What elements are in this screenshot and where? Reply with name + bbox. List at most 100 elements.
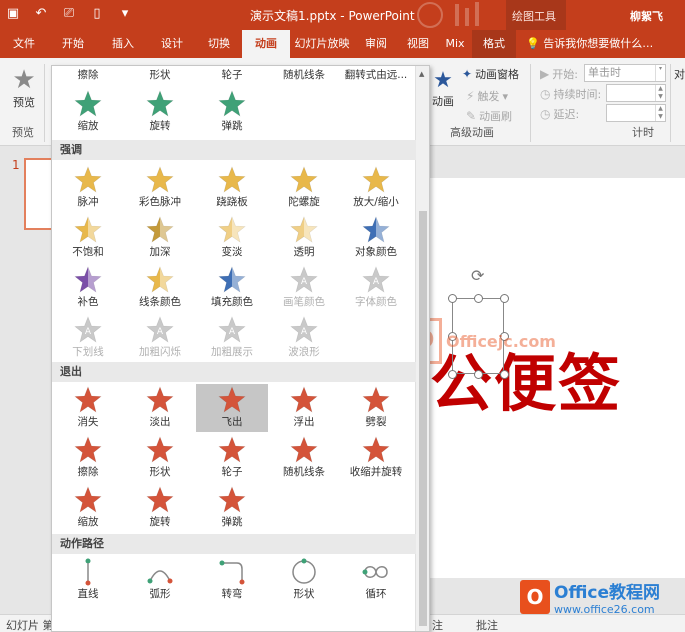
animation-pane-button[interactable]: ✦ 动画窗格 <box>462 66 519 82</box>
animation-effect-10[interactable]: 变淡 <box>196 214 268 262</box>
tab-6[interactable]: 幻灯片放映 <box>290 30 354 58</box>
start-select[interactable]: 单击时 ▾ <box>584 64 666 82</box>
animation-effect-24[interactable]: 飞出 <box>196 384 268 432</box>
animation-effect-top-3[interactable]: 随机线条 <box>268 68 340 86</box>
tab-7[interactable]: 审阅 <box>354 30 398 58</box>
animation-effect-29[interactable]: 轮子 <box>196 434 268 482</box>
animation-effect-30[interactable]: 随机线条 <box>268 434 340 482</box>
tab-4[interactable]: 切换 <box>196 30 242 58</box>
preview-button[interactable]: ★ 预览 <box>8 66 40 110</box>
animation-effect-35[interactable]: 直线 <box>52 556 124 604</box>
animation-effect-label: 画笔颜色 <box>283 296 325 308</box>
user-name[interactable]: 柳絮飞 <box>630 8 663 24</box>
animation-effect-26[interactable]: 劈裂 <box>340 384 412 432</box>
animation-effect-13[interactable]: 补色 <box>52 264 124 312</box>
slide-thumbnail-pane: 1 <box>0 146 54 614</box>
animation-effect-37[interactable]: 转弯 <box>196 556 268 604</box>
duration-label: 持续时间: <box>553 88 602 101</box>
delay-input[interactable]: ▲ ▼ <box>606 104 666 122</box>
animation-effect-23[interactable]: 淡出 <box>124 384 196 432</box>
comments-button[interactable]: 批注 <box>476 617 498 632</box>
animation-effect-label: 转弯 <box>221 588 243 600</box>
animation-effect-34[interactable]: 弹跳 <box>196 484 268 532</box>
animation-effect-25[interactable]: 浮出 <box>268 384 340 432</box>
animation-effect-label: 形状 <box>293 588 315 600</box>
animation-star-icon <box>146 486 174 513</box>
duration-spinner[interactable]: ▲ ▼ <box>655 85 665 101</box>
animation-effect-17: A 字体颜色 <box>340 264 412 312</box>
undo-icon[interactable]: ↶ <box>32 5 50 23</box>
animation-pane-icon: ✦ <box>462 67 473 81</box>
scroll-up-icon[interactable]: ▲ <box>419 70 424 78</box>
animation-effect-27[interactable]: 擦除 <box>52 434 124 482</box>
tab-8[interactable]: 视图 <box>398 30 438 58</box>
animation-effect-33[interactable]: 旋转 <box>124 484 196 532</box>
tab-5[interactable]: 动画 <box>242 30 290 58</box>
animation-effect-label: 随机线条 <box>283 466 325 478</box>
animation-effect-1[interactable]: 旋转 <box>124 88 196 136</box>
animation-effect-32[interactable]: 缩放 <box>52 484 124 532</box>
tell-me-search[interactable]: 💡 告诉我你想要做什么… <box>516 30 653 58</box>
animation-star-icon <box>218 166 246 193</box>
animation-effect-8[interactable]: 不饱和 <box>52 214 124 262</box>
play-icon: ▶ <box>540 67 550 81</box>
animation-effect-label: 弧形 <box>149 588 171 600</box>
animation-pane-label: 动画窗格 <box>475 68 520 81</box>
animation-star-icon <box>74 386 102 413</box>
scrollbar-thumb[interactable] <box>419 211 427 626</box>
animation-effect-14[interactable]: 线条颜色 <box>124 264 196 312</box>
notes-button[interactable]: 注 <box>432 617 443 632</box>
animation-effect-16: A 画笔颜色 <box>268 264 340 312</box>
customize-qat-icon[interactable]: ▾ <box>116 5 134 23</box>
animation-effect-9[interactable]: 加深 <box>124 214 196 262</box>
animation-effect-top-2[interactable]: 轮子 <box>196 68 268 86</box>
animation-effect-4[interactable]: 彩色脉冲 <box>124 164 196 212</box>
animation-effect-19: A 加粗闪烁 <box>124 314 196 362</box>
animation-effect-12[interactable]: 对象颜色 <box>340 214 412 262</box>
tab-3[interactable]: 设计 <box>148 30 196 58</box>
animation-effect-3[interactable]: 脉冲 <box>52 164 124 212</box>
animation-effect-5[interactable]: 跷跷板 <box>196 164 268 212</box>
save-icon[interactable]: ▣ <box>4 5 22 23</box>
add-animation-button[interactable]: ★ 动画 <box>432 68 454 109</box>
trigger-label: 触发 <box>477 90 500 103</box>
delay-spinner[interactable]: ▲ ▼ <box>655 105 665 121</box>
from-beginning-icon[interactable]: ⎚ <box>60 5 78 23</box>
animation-effect-11[interactable]: 透明 <box>268 214 340 262</box>
animation-effect-label: 擦除 <box>77 466 99 478</box>
start-label: 开始: <box>552 68 578 81</box>
new-document-icon[interactable]: ▯ <box>88 5 106 23</box>
tab-0[interactable]: 文件 <box>0 30 48 58</box>
animation-effect-2[interactable]: 弹跳 <box>196 88 268 136</box>
animation-effect-6[interactable]: 陀螺旋 <box>268 164 340 212</box>
trigger-button[interactable]: ⚡ 触发 ▾ <box>466 88 508 104</box>
animation-effect-0[interactable]: 缩放 <box>52 88 124 136</box>
tab-2[interactable]: 插入 <box>98 30 148 58</box>
animation-effect-31[interactable]: 收缩并旋转 <box>340 434 412 482</box>
animation-effect-22[interactable]: 消失 <box>52 384 124 432</box>
animation-effect-label: 弹跳 <box>221 120 243 132</box>
slide[interactable]: 公便签 <box>430 178 685 578</box>
ribbon-separator <box>670 64 671 142</box>
animation-effect-39[interactable]: 循环 <box>340 556 412 604</box>
animation-effect-label: 加粗展示 <box>211 346 253 358</box>
animation-effect-7[interactable]: 放大/缩小 <box>340 164 412 212</box>
animation-effect-label: 循环 <box>365 588 387 600</box>
tab-10[interactable]: 格式 <box>472 30 516 58</box>
animation-effect-28[interactable]: 形状 <box>124 434 196 482</box>
animation-effect-top-0[interactable]: 擦除 <box>52 68 124 86</box>
animation-effect-label: 飞出 <box>221 416 243 428</box>
animation-effect-38[interactable]: 形状 <box>268 556 340 604</box>
animation-effect-top-1[interactable]: 形状 <box>124 68 196 86</box>
animation-effect-label: 字体颜色 <box>355 296 397 308</box>
animation-star-icon <box>74 166 102 193</box>
tab-9[interactable]: Mix <box>438 30 472 58</box>
animation-effect-36[interactable]: 弧形 <box>124 556 196 604</box>
animation-effect-15[interactable]: 填充颜色 <box>196 264 268 312</box>
duration-input[interactable]: ▲ ▼ <box>606 84 666 102</box>
animation-painter-button[interactable]: ✎ 动画刷 <box>466 108 512 124</box>
slide-thumbnail[interactable] <box>24 158 54 230</box>
animation-effect-top-4[interactable]: 翻转式由远... <box>340 68 412 86</box>
tab-1[interactable]: 开始 <box>48 30 98 58</box>
gallery-scrollbar[interactable]: ▲ <box>415 66 429 631</box>
